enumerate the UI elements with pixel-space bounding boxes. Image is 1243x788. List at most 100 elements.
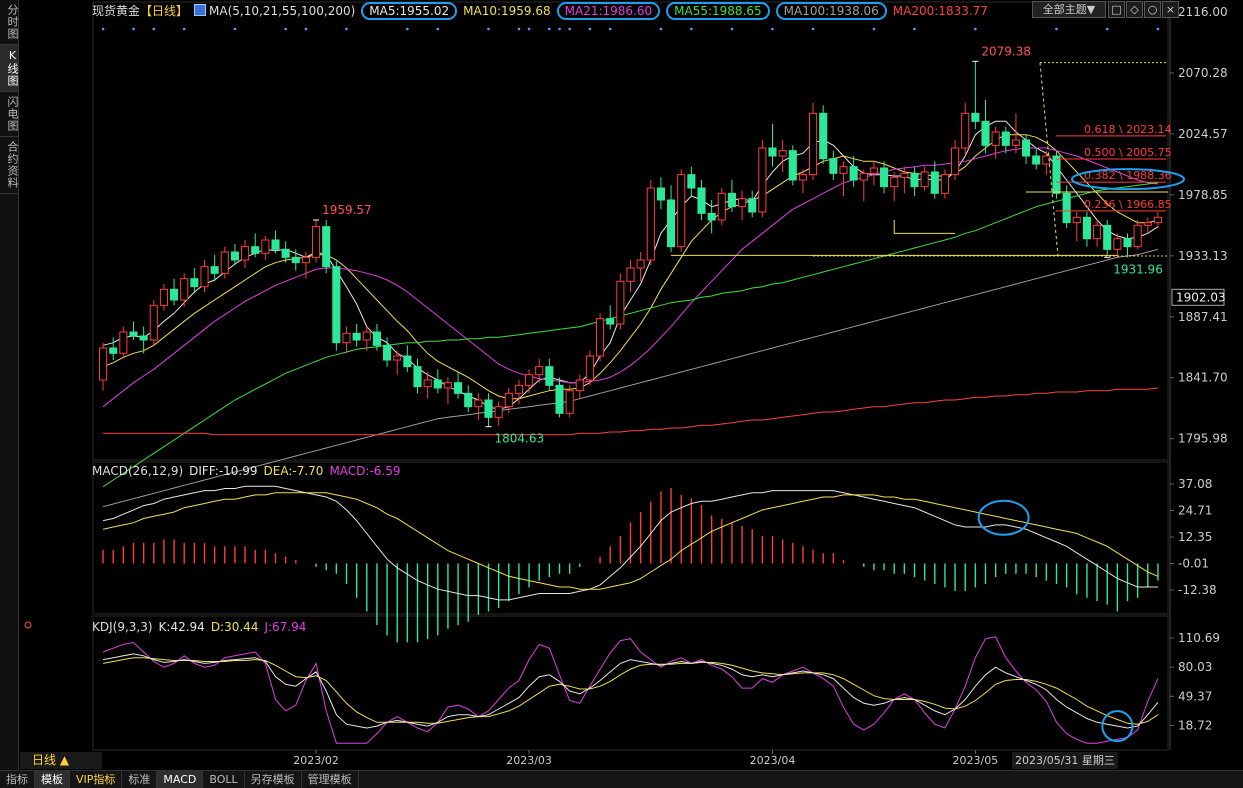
candle-up bbox=[636, 259, 645, 269]
candle-down bbox=[403, 355, 412, 368]
signal-marker bbox=[304, 27, 308, 31]
tab-boll[interactable]: BOLL bbox=[203, 771, 245, 788]
macd-axis-label: -12.38 bbox=[1178, 583, 1217, 597]
theme-select[interactable]: 全部主题▼ bbox=[1032, 1, 1106, 18]
candle-up bbox=[738, 198, 747, 208]
candle-up bbox=[159, 288, 168, 306]
tab-k-line-chart[interactable]: K线图 bbox=[0, 45, 19, 92]
candle-down bbox=[819, 112, 828, 160]
candle-down bbox=[910, 172, 919, 188]
main-legend: 现货黄金【日线】 MA(5,10,21,55,100,200) MA5:1955.0… bbox=[92, 2, 994, 20]
ma-values: MA5:1955.02 MA10:1959.68 MA21:1986.60 MA55:… bbox=[361, 2, 994, 20]
tab-timeshare-chart[interactable]: 分时图 bbox=[0, 0, 19, 45]
candle-up bbox=[393, 355, 402, 361]
candle-up bbox=[859, 172, 868, 181]
signal-marker bbox=[690, 27, 693, 31]
signal-marker bbox=[101, 27, 105, 31]
kdj-line-d bbox=[103, 657, 1159, 725]
kdj-panel-frame bbox=[92, 615, 1169, 751]
signal-marker bbox=[233, 27, 237, 31]
candle-down bbox=[829, 158, 838, 174]
candle-down bbox=[1001, 131, 1010, 146]
period-tag: 【日线】 bbox=[140, 4, 189, 18]
candle-up bbox=[798, 174, 807, 181]
ma-settings-icon[interactable] bbox=[194, 4, 207, 16]
candle-down bbox=[139, 335, 148, 341]
candle-up bbox=[565, 390, 574, 414]
price-axis-label: 1978.85 bbox=[1178, 188, 1228, 202]
price-axis-label: 1795.98 bbox=[1178, 432, 1228, 446]
window-circle-button[interactable]: ○ bbox=[1144, 1, 1161, 18]
candle-up bbox=[1011, 139, 1020, 146]
candle-down bbox=[322, 226, 331, 268]
signal-marker bbox=[659, 27, 663, 31]
candle-up bbox=[99, 347, 108, 381]
tab-standard[interactable]: 标准 bbox=[122, 771, 158, 788]
tab-template[interactable]: 模板 bbox=[35, 771, 70, 788]
candle-down bbox=[981, 120, 990, 146]
price-annotation-low_2: 1931.96 bbox=[1113, 262, 1163, 276]
signal-marker bbox=[872, 27, 876, 31]
candle-up bbox=[596, 318, 605, 357]
signal-marker bbox=[811, 27, 815, 31]
candle-down bbox=[433, 379, 442, 389]
candle-up bbox=[241, 246, 250, 261]
candle-down bbox=[606, 318, 615, 325]
signal-marker bbox=[974, 27, 977, 31]
price-axis-label: 2116.00 bbox=[1178, 5, 1228, 19]
tab-indicator[interactable]: 指标 bbox=[0, 771, 35, 788]
kdj-settings-icon bbox=[24, 621, 32, 629]
kdj-axis-label: 110.69 bbox=[1178, 631, 1220, 645]
window-restore-button[interactable]: □ bbox=[1108, 1, 1125, 18]
tab-flash-chart[interactable]: 闪电图 bbox=[0, 92, 19, 137]
price-annotation-high_2: 2079.38 bbox=[981, 44, 1031, 58]
candle-up bbox=[616, 280, 625, 325]
candle-down bbox=[788, 150, 797, 181]
candle-down bbox=[464, 392, 473, 408]
candle-up bbox=[504, 392, 513, 408]
candle-up bbox=[423, 379, 432, 388]
instrument-name: 现货黄金 bbox=[92, 4, 141, 18]
candle-down bbox=[1032, 155, 1041, 165]
macd-diff: DIFF:-10.99 bbox=[189, 464, 258, 478]
tab-manage-template[interactable]: 管理模板 bbox=[302, 771, 359, 788]
signal-marker bbox=[1105, 27, 1109, 31]
candle-up bbox=[119, 331, 128, 354]
x-axis-label: 2023/03 bbox=[506, 754, 552, 767]
candle-down bbox=[372, 331, 381, 346]
x-axis-label: 2023/05 bbox=[953, 754, 999, 767]
candle-down bbox=[545, 366, 554, 386]
period-selector[interactable]: 日线 ▲ bbox=[20, 752, 102, 769]
candle-down bbox=[383, 344, 392, 361]
ma-params[interactable]: MA(5,10,21,55,100,200) bbox=[209, 4, 355, 18]
candle-up bbox=[951, 147, 960, 176]
candle-up bbox=[677, 174, 686, 248]
candle-up bbox=[261, 239, 270, 254]
price-annotation-low_1: 1804.63 bbox=[495, 432, 545, 446]
candlestick-chart[interactable]: 2116.00 2070.28 2024.57 1978.85 1933.13 1887.… bbox=[18, 0, 1243, 770]
candle-down bbox=[332, 266, 341, 344]
candle-up bbox=[180, 278, 189, 301]
tab-vip-indicator[interactable]: VIP指标 bbox=[70, 771, 123, 788]
cursor-date-label: 2023/05/31 星期三 bbox=[1012, 752, 1118, 769]
candle-down bbox=[656, 187, 665, 201]
window-close-button[interactable]: × bbox=[1162, 1, 1179, 18]
candle-down bbox=[413, 366, 422, 388]
candle-up bbox=[890, 176, 899, 188]
bottom-tab-bar: 指标 模板 VIP指标 标准 MACD BOLL 另存模板 管理模板 bbox=[0, 770, 1243, 788]
tab-macd[interactable]: MACD bbox=[157, 771, 204, 788]
candle-up bbox=[1113, 238, 1122, 250]
signal-marker bbox=[527, 27, 531, 31]
candle-down bbox=[697, 187, 706, 214]
candle-up bbox=[869, 167, 878, 174]
price-axis-label: 1933.13 bbox=[1178, 249, 1228, 263]
ma-legend-ma5: MA5:1955.02 bbox=[361, 2, 458, 20]
candle-down bbox=[880, 167, 889, 188]
tab-save-template[interactable]: 另存模板 bbox=[245, 771, 302, 788]
signal-marker bbox=[548, 27, 551, 31]
ma-legend-ma100: MA100:1938.06 bbox=[775, 2, 887, 20]
tab-contract-info[interactable]: 合约资料 bbox=[0, 137, 19, 194]
window-option-button[interactable]: ◇ bbox=[1126, 1, 1143, 18]
signal-marker bbox=[132, 27, 135, 31]
macd-axis-label: 24.71 bbox=[1178, 504, 1212, 518]
